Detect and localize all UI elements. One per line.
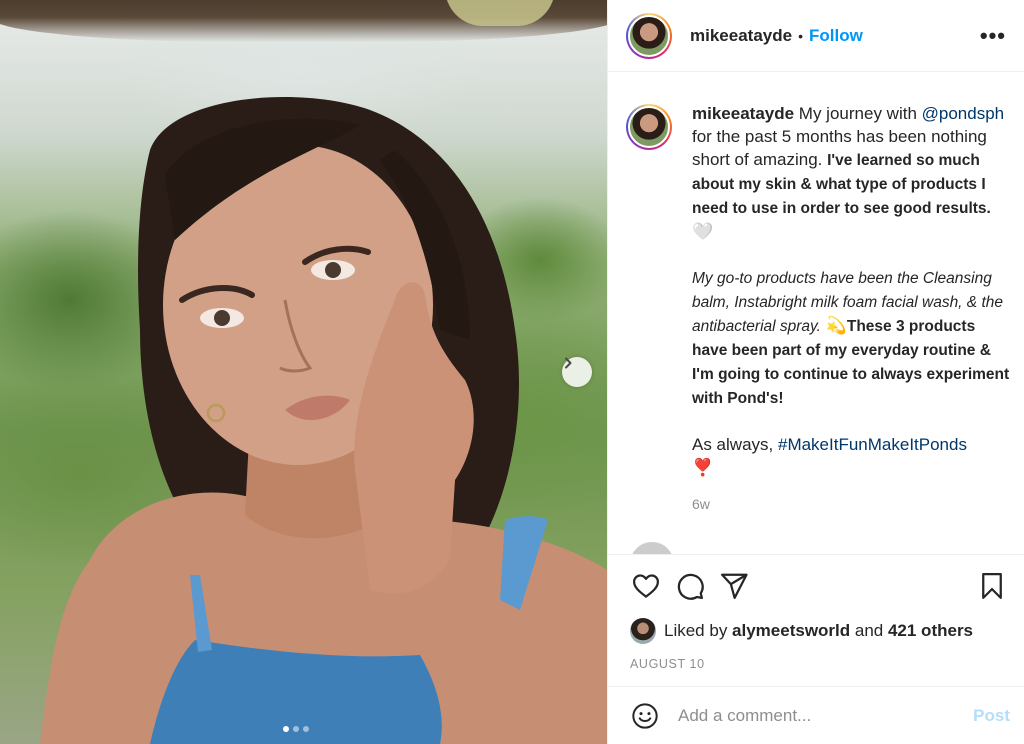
add-comment-bar: Post <box>608 686 1024 744</box>
share-icon <box>721 573 748 599</box>
carousel-dot <box>293 726 299 732</box>
comments-section[interactable]: mikeeatayde My journey with @pondsph for… <box>608 72 1024 554</box>
caption: mikeeatayde My journey with @pondsph for… <box>626 102 1010 516</box>
follow-button[interactable]: Follow <box>809 26 863 46</box>
header-separator: • <box>798 27 803 44</box>
exclaim-emoji: ❣️ <box>692 458 714 477</box>
post-panel: mikeeatayde • Follow ••• mikeeatayde My … <box>607 0 1024 744</box>
caption-closing: As always, <box>692 435 778 454</box>
portrait-illustration <box>40 97 607 744</box>
comment-icon <box>677 573 704 600</box>
carousel-dot <box>283 726 289 732</box>
liker-avatar[interactable] <box>630 618 656 644</box>
save-button[interactable] <box>974 568 1010 604</box>
comment-input[interactable] <box>678 705 974 726</box>
carousel-indicator <box>283 726 309 732</box>
next-comment-avatar[interactable] <box>630 542 674 554</box>
caption-time[interactable]: 6w <box>692 493 1010 516</box>
emoji-button[interactable] <box>628 699 662 733</box>
caption-username[interactable]: mikeeatayde <box>692 104 794 123</box>
heart-emoji: 🤍 <box>692 222 714 241</box>
like-button[interactable] <box>628 568 664 604</box>
actions-area: Liked by alymeetsworld and 421 others AU… <box>608 554 1024 671</box>
comment-button[interactable] <box>672 568 708 604</box>
hashtag-link[interactable]: #MakeItFunMakeItPonds <box>778 435 967 454</box>
liked-by-user[interactable]: alymeetsworld <box>732 621 850 640</box>
author-avatar[interactable] <box>626 12 672 59</box>
bookmark-icon <box>982 573 1002 599</box>
next-photo-button[interactable] <box>562 357 592 387</box>
smiley-icon <box>632 702 658 729</box>
post-photo[interactable] <box>0 0 607 744</box>
liked-by-text[interactable]: Liked by alymeetsworld and 421 others <box>664 621 973 641</box>
post-header: mikeeatayde • Follow ••• <box>608 0 1024 72</box>
liked-by-middle: and <box>850 621 888 640</box>
more-options-icon[interactable]: ••• <box>980 24 1006 47</box>
heart-icon <box>633 574 659 598</box>
caption-avatar[interactable] <box>626 104 672 150</box>
sparkle-emoji: 💫 <box>825 316 847 335</box>
liked-by-others[interactable]: 421 others <box>888 621 973 640</box>
chevron-right-icon <box>565 357 572 369</box>
author-username[interactable]: mikeeatayde <box>690 26 792 46</box>
post-date[interactable]: AUGUST 10 <box>608 645 1024 671</box>
share-button[interactable] <box>716 568 752 604</box>
liked-by-prefix: Liked by <box>664 621 733 640</box>
carousel-dot <box>303 726 309 732</box>
likes-row: Liked by alymeetsworld and 421 others <box>608 617 1024 645</box>
caption-text: mikeeatayde My journey with @pondsph for… <box>692 102 1010 516</box>
mention-link[interactable]: @pondsph <box>922 104 1005 123</box>
caption-intro: My journey with <box>794 104 922 123</box>
post-comment-button[interactable]: Post <box>973 706 1010 726</box>
action-icons <box>608 555 1024 617</box>
